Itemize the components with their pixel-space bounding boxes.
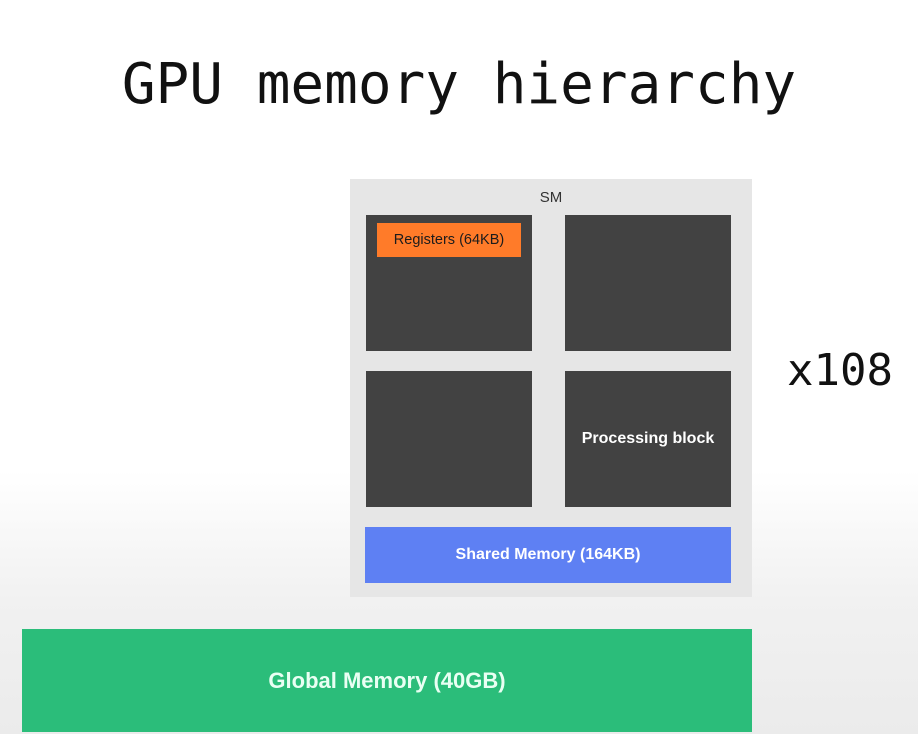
processing-block-1: Registers (64KB)	[366, 215, 532, 351]
processing-block-label: Processing block	[581, 430, 715, 447]
sm-count-multiplier: x108	[787, 345, 893, 396]
shared-memory-box: Shared Memory (164KB)	[365, 527, 731, 583]
registers-box: Registers (64KB)	[377, 223, 521, 257]
processing-block-2	[565, 215, 731, 351]
processing-block-4: Processing block	[565, 371, 731, 507]
sm-container: SM Registers (64KB) Processing block Sha…	[350, 179, 752, 597]
sm-label: SM	[539, 189, 563, 206]
processing-block-3	[366, 371, 532, 507]
global-memory-box: Global Memory (40GB)	[22, 629, 752, 732]
slide-title: GPU memory hierarchy	[121, 52, 797, 117]
